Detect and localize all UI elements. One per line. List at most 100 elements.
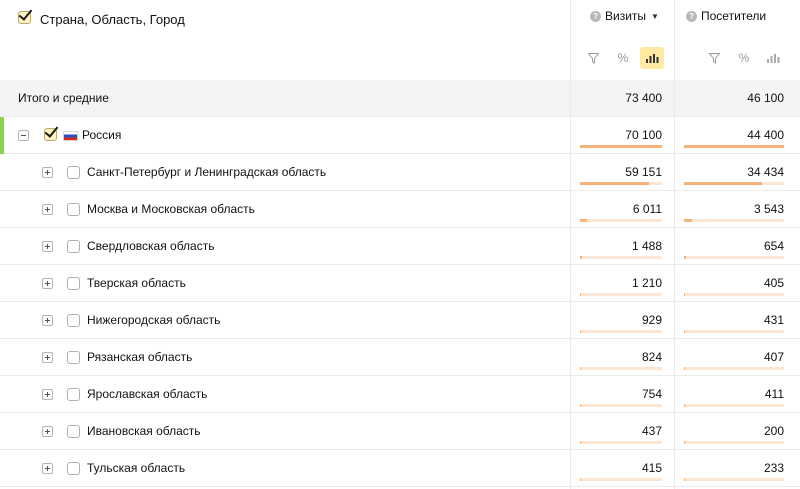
row-label[interactable]: Рязанская область bbox=[87, 350, 192, 364]
visits-value: 824 bbox=[641, 350, 662, 364]
visitors-share-fill bbox=[684, 256, 686, 259]
visits-share-fill bbox=[580, 219, 587, 222]
visits-share-fill bbox=[580, 182, 649, 185]
visitors-value: 411 bbox=[764, 387, 784, 401]
expand-icon[interactable] bbox=[42, 426, 53, 437]
collapse-icon[interactable] bbox=[18, 130, 29, 141]
visits-value: 437 bbox=[641, 424, 662, 438]
table-row[interactable]: Россия 70 100 44 400 bbox=[0, 117, 800, 154]
row-label[interactable]: Ярославская область bbox=[87, 387, 207, 401]
grouping-checkbox[interactable] bbox=[18, 11, 31, 24]
visitors-share-fill bbox=[684, 478, 685, 481]
row-label[interactable]: Нижегородская область bbox=[87, 313, 220, 327]
visits-value: 70 100 bbox=[625, 128, 662, 142]
visits-column-header[interactable]: ? Визиты ▼ bbox=[590, 9, 659, 23]
row-checkbox[interactable] bbox=[67, 203, 80, 216]
expand-icon[interactable] bbox=[42, 463, 53, 474]
table-row[interactable]: Тверская область 1 210 405 bbox=[0, 265, 800, 302]
visits-share-fill bbox=[580, 478, 581, 481]
visits-share-fill bbox=[580, 441, 581, 444]
table-row[interactable]: Санкт-Петербург и Ленинградская область 5… bbox=[0, 154, 800, 191]
table-row[interactable]: Ярославская область 754 411 bbox=[0, 376, 800, 413]
visits-share-fill bbox=[580, 367, 581, 370]
row-checkbox[interactable] bbox=[67, 351, 80, 364]
row-label[interactable]: Тульская область bbox=[87, 461, 185, 475]
column-divider bbox=[570, 0, 571, 489]
visits-value: 415 bbox=[641, 461, 662, 475]
visitors-share-bar bbox=[684, 367, 784, 370]
row-label[interactable]: Ивановская область bbox=[87, 424, 201, 438]
help-icon[interactable]: ? bbox=[686, 10, 697, 22]
totals-label: Итого и средние bbox=[18, 91, 109, 105]
row-checkbox[interactable] bbox=[67, 314, 80, 327]
totals-row: Итого и средние 73 400 46 100 bbox=[0, 80, 800, 117]
table-row[interactable]: Свердловская область 1 488 654 bbox=[0, 228, 800, 265]
row-label[interactable]: Россия bbox=[82, 128, 121, 142]
row-label[interactable]: Санкт-Петербург и Ленинградская область bbox=[87, 165, 326, 179]
visits-share-fill bbox=[580, 293, 581, 296]
visitors-share-bar bbox=[684, 219, 784, 222]
visits-value: 59 151 bbox=[625, 165, 662, 179]
visitors-value: 34 434 bbox=[747, 165, 784, 179]
visits-bar-chart-icon[interactable] bbox=[640, 47, 664, 69]
visitors-value: 3 543 bbox=[753, 202, 784, 216]
visits-share-bar bbox=[580, 404, 662, 407]
row-checkbox[interactable] bbox=[67, 388, 80, 401]
visits-percent-icon[interactable]: % bbox=[611, 47, 635, 69]
visits-share-bar bbox=[580, 145, 662, 148]
visitors-share-fill bbox=[684, 367, 685, 370]
visitors-value: 405 bbox=[763, 276, 784, 290]
visits-filter-icon[interactable] bbox=[581, 47, 605, 69]
visitors-share-bar bbox=[684, 256, 784, 259]
help-icon[interactable]: ? bbox=[590, 10, 601, 22]
visitors-column-header[interactable]: ? Посетители bbox=[686, 9, 766, 23]
column-divider bbox=[674, 0, 675, 489]
expand-icon[interactable] bbox=[42, 204, 53, 215]
table-row[interactable]: Москва и Московская область 6 011 3 543 bbox=[0, 191, 800, 228]
visitors-share-bar bbox=[684, 145, 784, 148]
row-checkbox[interactable] bbox=[44, 128, 57, 141]
row-label[interactable]: Тверская область bbox=[87, 276, 186, 290]
row-checkbox[interactable] bbox=[67, 462, 80, 475]
visits-value: 1 488 bbox=[631, 239, 662, 253]
visits-value: 929 bbox=[641, 313, 662, 327]
visitors-value: 46 100 bbox=[747, 91, 784, 105]
visitors-share-fill bbox=[684, 441, 685, 444]
sort-desc-icon[interactable]: ▼ bbox=[651, 12, 659, 21]
row-label[interactable]: Москва и Московская область bbox=[87, 202, 255, 216]
row-checkbox[interactable] bbox=[67, 240, 80, 253]
visits-share-fill bbox=[580, 145, 662, 148]
visitors-percent-icon[interactable]: % bbox=[732, 47, 756, 69]
visits-value: 6 011 bbox=[632, 202, 662, 216]
expand-icon[interactable] bbox=[42, 352, 53, 363]
expand-icon[interactable] bbox=[42, 278, 53, 289]
visitors-share-bar bbox=[684, 441, 784, 444]
table-row[interactable]: Нижегородская область 929 431 bbox=[0, 302, 800, 339]
table-row[interactable]: Тульская область 415 233 bbox=[0, 450, 800, 487]
visitors-value: 431 bbox=[763, 313, 784, 327]
visitors-value: 654 bbox=[763, 239, 784, 253]
row-checkbox[interactable] bbox=[67, 425, 80, 438]
visits-share-fill bbox=[580, 256, 582, 259]
visits-share-bar bbox=[580, 219, 662, 222]
table-row[interactable]: Ивановская область 437 200 bbox=[0, 413, 800, 450]
expand-icon[interactable] bbox=[42, 241, 53, 252]
visitors-share-fill bbox=[684, 145, 784, 148]
visits-share-fill bbox=[580, 404, 581, 407]
table-row[interactable]: Рязанская область 824 407 bbox=[0, 339, 800, 376]
visitors-value: 407 bbox=[763, 350, 784, 364]
visitors-value: 233 bbox=[763, 461, 784, 475]
visitors-filter-icon[interactable] bbox=[702, 47, 726, 69]
expand-icon[interactable] bbox=[42, 389, 53, 400]
visitors-bar-chart-icon[interactable] bbox=[761, 47, 785, 69]
expand-icon[interactable] bbox=[42, 315, 53, 326]
expand-icon[interactable] bbox=[42, 167, 53, 178]
visitors-share-fill bbox=[684, 330, 685, 333]
row-checkbox[interactable] bbox=[67, 277, 80, 290]
visits-value: 73 400 bbox=[625, 91, 662, 105]
visits-share-bar bbox=[580, 293, 662, 296]
visitors-value: 200 bbox=[763, 424, 784, 438]
visits-share-bar bbox=[580, 441, 662, 444]
row-label[interactable]: Свердловская область bbox=[87, 239, 214, 253]
row-checkbox[interactable] bbox=[67, 166, 80, 179]
